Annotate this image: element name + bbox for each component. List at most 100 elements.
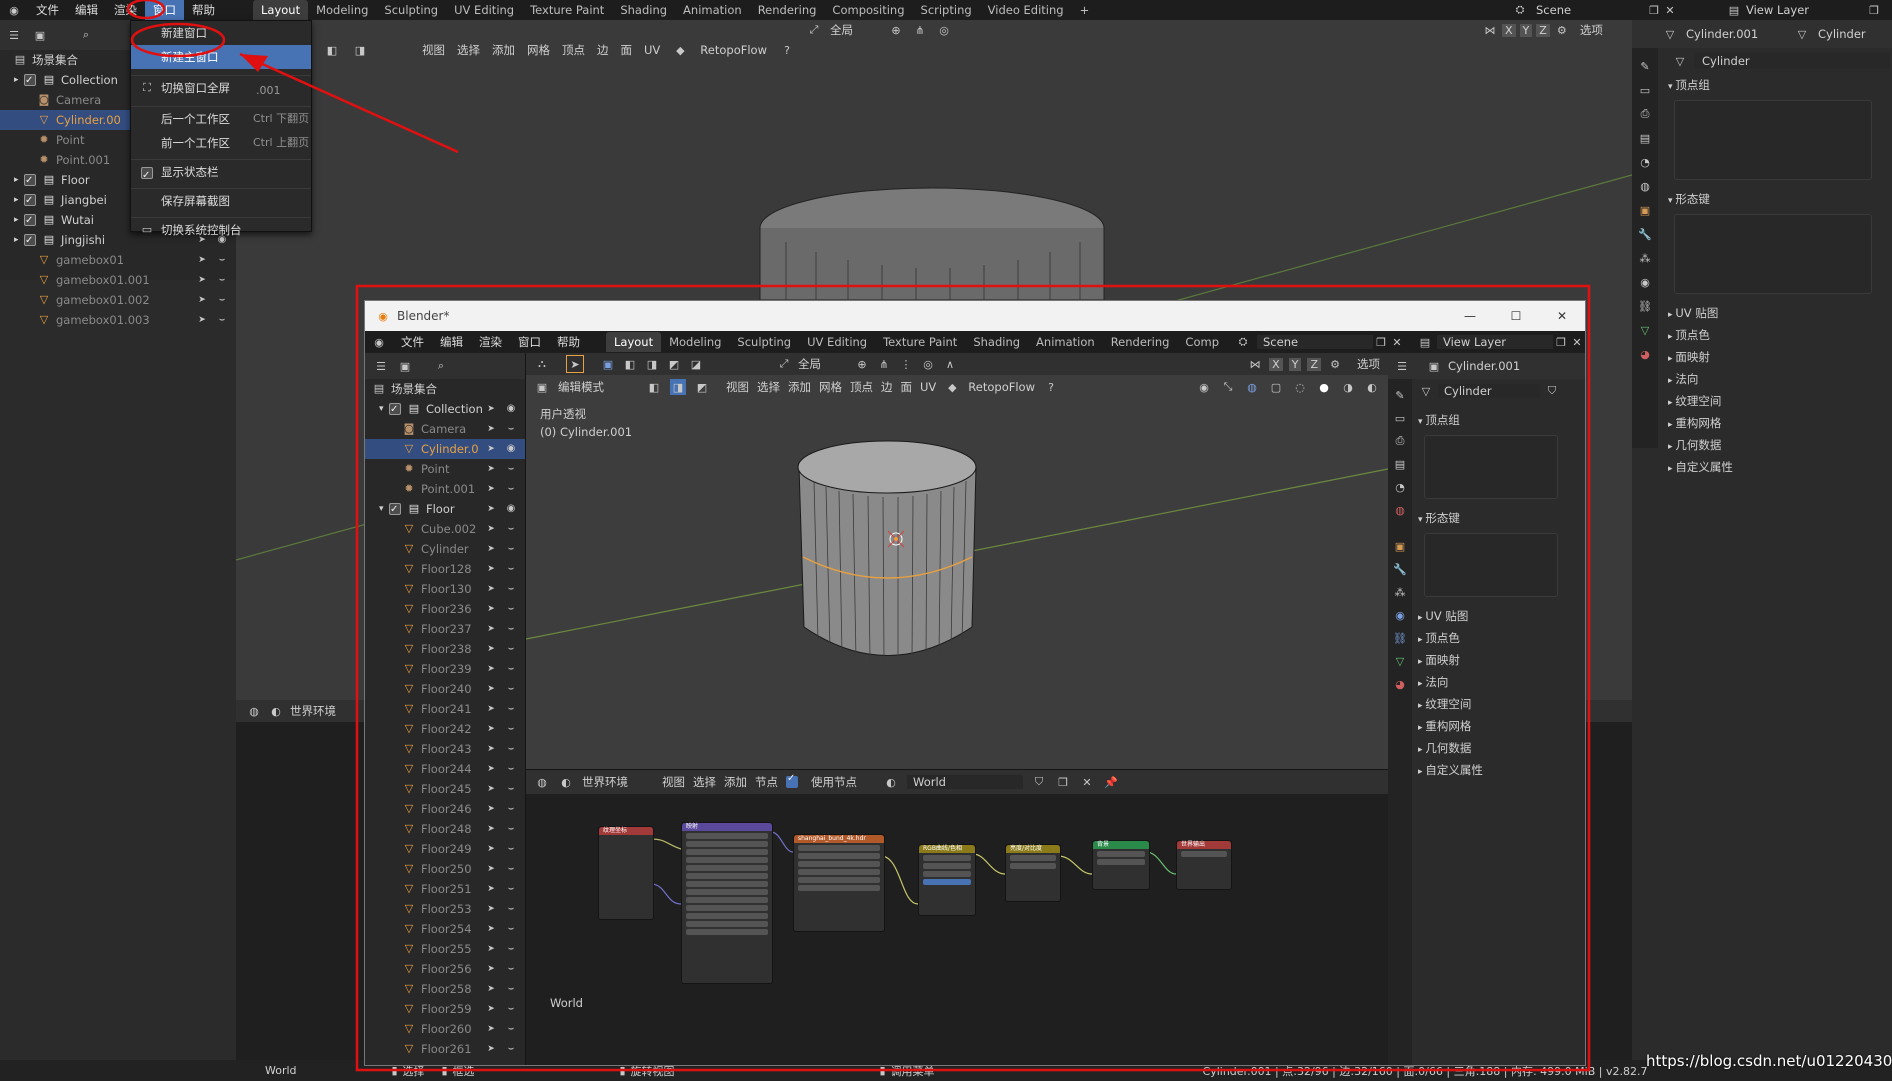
unlink-icon[interactable]: ✕ (1079, 774, 1095, 790)
panel-header[interactable]: ▸ 重构网格 (1668, 412, 1892, 434)
outliner-row[interactable]: ▽ Floor249 ➤ ⌣ (365, 839, 525, 859)
select-tool-icon[interactable]: ➤ (566, 355, 584, 373)
rendered-shading-icon[interactable]: ◐ (1364, 379, 1380, 395)
panel-header[interactable]: ▸ UV 贴图 (1668, 302, 1892, 324)
world-browse-icon[interactable]: ◐ (883, 774, 899, 790)
blender-logo-icon[interactable]: ◉ (6, 2, 22, 18)
outliner-row[interactable]: ▽ Floor261 ➤ ⌣ (365, 1039, 525, 1059)
visibility-eye-icon[interactable]: ⌣ (503, 1021, 519, 1037)
inner-menu-file[interactable]: 文件 (393, 332, 432, 352)
node-menu-select[interactable]: 选择 (693, 774, 716, 790)
outliner-row[interactable]: ▽ gamebox01.001 ➤ ⌣ (0, 270, 236, 290)
inner-props-object-name[interactable]: Cylinder.001 (1448, 359, 1520, 373)
inner-props-mesh-name[interactable]: Cylinder (1438, 384, 1540, 398)
outliner-row[interactable]: ▽ Cylinder.0 ➤ ◉ (365, 439, 525, 459)
shader-type-dropdown[interactable]: 世界环境 (582, 774, 642, 790)
maximize-button[interactable]: ☐ (1493, 309, 1539, 323)
outliner-row[interactable]: ▽ Cube.002 ➤ ⌣ (365, 519, 525, 539)
visibility-eye-icon[interactable]: ⌣ (503, 461, 519, 477)
selectable-icon[interactable]: ➤ (483, 681, 499, 697)
tab-scripting[interactable]: Scripting (913, 0, 980, 20)
close-icon[interactable]: ✕ (1662, 2, 1678, 18)
new-window-item[interactable]: 新建窗口 (131, 21, 311, 45)
outliner-row[interactable]: ▽ Floor237 ➤ ⌣ (365, 619, 525, 639)
outliner-row[interactable]: ✹ Point.001 ➤⌣ (365, 479, 525, 499)
material-tab-icon[interactable]: ◕ (1392, 676, 1408, 692)
node-editor-icon[interactable]: ◍ (534, 774, 550, 790)
view-layer-selector[interactable]: ▤ View Layer ❐ (1726, 0, 1882, 20)
close-icon[interactable]: ✕ (1569, 334, 1585, 350)
visibility-eye-icon[interactable]: ⌣ (214, 292, 230, 308)
menu-view[interactable]: 视图 (422, 42, 445, 58)
visibility-eye-icon[interactable]: ⌣ (503, 1001, 519, 1017)
select-extend-icon[interactable]: ◧ (622, 356, 638, 372)
vertex-groups-list[interactable] (1674, 100, 1872, 180)
menu-face[interactable]: 面 (621, 42, 633, 58)
node-world-output[interactable]: 世界输出 (1176, 840, 1232, 890)
collection-checkbox[interactable] (24, 71, 36, 91)
inner-transform-orientation[interactable]: 全局 (798, 356, 848, 372)
selectable-icon[interactable]: ➤ (483, 841, 499, 857)
outliner-row[interactable]: ▽ Floor256 ➤ ⌣ (365, 959, 525, 979)
selectable-icon[interactable]: ➤ (483, 521, 499, 537)
scene-tab-icon[interactable]: ◔ (1637, 154, 1653, 170)
selectable-icon[interactable]: ➤ (483, 501, 499, 517)
outliner-row[interactable]: ▽ Floor254 ➤ ⌣ (365, 919, 525, 939)
node-hue-saturation[interactable]: RGB曲线/色相 (918, 844, 976, 916)
shape-keys-list[interactable] (1424, 533, 1558, 597)
inner-menu-vertex[interactable]: 顶点 (850, 379, 873, 395)
tab-shading[interactable]: Shading (612, 0, 675, 20)
visibility-eye-icon[interactable]: ⌣ (214, 272, 230, 288)
tool-settings-icon[interactable]: ⚙ (1554, 22, 1570, 38)
selectable-icon[interactable]: ➤ (483, 981, 499, 997)
panel-header[interactable]: ▸ 几何数据 (1418, 737, 1578, 759)
material-shading-icon[interactable]: ◑ (1340, 379, 1356, 395)
render-icon[interactable]: ▭ (1637, 82, 1653, 98)
expand-toggle[interactable]: ▸ (14, 70, 24, 90)
editor-type-icon[interactable]: ☰ (1394, 358, 1410, 374)
selectable-icon[interactable]: ➤ (483, 481, 499, 497)
statusbar-checkbox[interactable] (141, 164, 153, 188)
visibility-eye-icon[interactable]: ⌣ (503, 781, 519, 797)
falloff-icon[interactable]: ∧ (942, 356, 958, 372)
visibility-eye-icon[interactable]: ◉ (503, 501, 519, 517)
panel-header[interactable]: ▸ 重构网格 (1418, 715, 1578, 737)
node-mapping[interactable]: 映射 (681, 822, 773, 984)
selectable-icon[interactable]: ➤ (194, 292, 210, 308)
xray-icon[interactable]: ▢ (1268, 379, 1284, 395)
copy-icon[interactable]: ❐ (1646, 2, 1662, 18)
panel-header[interactable]: ▸ 顶点色 (1668, 324, 1892, 346)
close-icon[interactable]: ✕ (1389, 334, 1405, 350)
expand-toggle[interactable]: ▸ (14, 230, 24, 250)
inner-tab-shading[interactable]: Shading (965, 332, 1028, 352)
new-main-window-item[interactable]: 新建主窗口 (131, 45, 311, 69)
world-env-dropdown[interactable]: 世界环境 (290, 703, 336, 719)
collection-checkbox[interactable] (24, 191, 36, 211)
outliner-row[interactable]: ▽ Floor238 ➤ ⌣ (365, 639, 525, 659)
visibility-eye-icon[interactable]: ⌣ (503, 561, 519, 577)
tab-texture-paint[interactable]: Texture Paint (522, 0, 612, 20)
collection-checkbox[interactable] (24, 171, 36, 191)
selectable-icon[interactable]: ➤ (483, 601, 499, 617)
node-canvas[interactable]: 纹理坐标 映射 shanghai_bund_4k.hdr RGB曲线/色相 亮度… (526, 794, 1388, 1065)
expand-toggle[interactable]: ▾ (379, 499, 389, 519)
panel-header[interactable]: ▸ 面映射 (1668, 346, 1892, 368)
mode-dropdown[interactable]: 编辑模式 (558, 379, 638, 395)
outliner-row[interactable]: ▽ Floor242 ➤ ⌣ (365, 719, 525, 739)
output-icon[interactable]: ⎙ (1392, 433, 1408, 449)
menu-render[interactable]: 渲染 (106, 0, 145, 20)
fake-user-icon[interactable]: ⛉ (1031, 774, 1047, 790)
retopoflow-menu[interactable]: RetopoFlow (700, 43, 767, 57)
outliner-row[interactable]: ▽ Floor251 ➤ ⌣ (365, 879, 525, 899)
scene-tab-icon[interactable]: ◔ (1392, 479, 1408, 495)
visibility-eye-icon[interactable]: ⌣ (503, 581, 519, 597)
outliner-row[interactable]: ▽ Floor130 ➤ ⌣ (365, 579, 525, 599)
menu-select[interactable]: 选择 (457, 42, 480, 58)
selectable-icon[interactable]: ➤ (483, 661, 499, 677)
outliner-row[interactable]: ▽ Floor241 ➤ ⌣ (365, 699, 525, 719)
selectable-icon[interactable]: ➤ (483, 821, 499, 837)
inner-menu-face[interactable]: 面 (901, 379, 913, 395)
show-statusbar-item[interactable]: 显示状态栏 (131, 160, 311, 188)
outliner-row[interactable]: ▽ Floor260 ➤ ⌣ (365, 1019, 525, 1039)
tab-uv-editing[interactable]: UV Editing (446, 0, 522, 20)
